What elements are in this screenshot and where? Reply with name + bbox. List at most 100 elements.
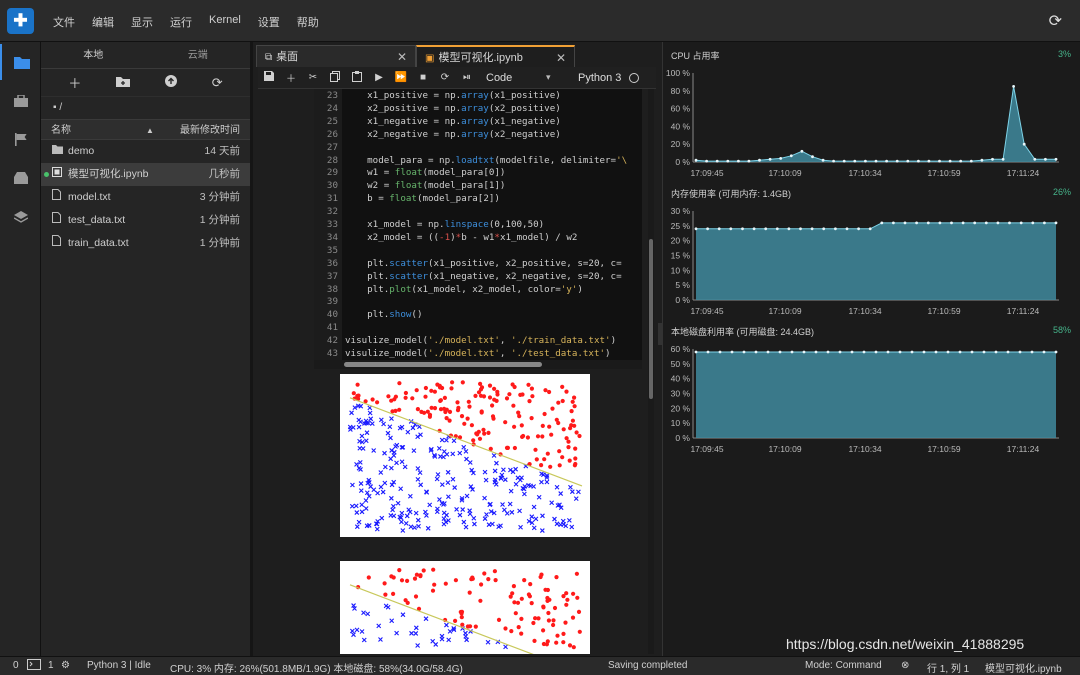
run-all-icon[interactable]: ⏩: [390, 72, 412, 83]
positive-point: [415, 407, 420, 412]
negative-mark: [457, 450, 463, 456]
breadcrumb-path[interactable]: /: [59, 102, 62, 113]
negative-mark: [367, 405, 373, 411]
file-source-tabs: 本地 云端: [41, 42, 250, 69]
column-modified[interactable]: 最新修改时间: [171, 120, 250, 139]
cell-type-select[interactable]: Code: [486, 72, 546, 84]
x-tick-label: 17:09:45: [690, 444, 723, 454]
disk-chart: 60 % 50 % 40 % 30 % 20 % 10 % 0 %17:09:45 17:10…: [671, 344, 1059, 454]
y-tick-label: 20 %: [671, 403, 691, 413]
negative-mark: [486, 522, 492, 528]
horizontal-scrollbar[interactable]: [314, 360, 642, 369]
cut-icon[interactable]: ✂: [302, 72, 324, 83]
scroll-thumb[interactable]: [649, 239, 653, 399]
menu-help[interactable]: 帮助: [297, 14, 319, 30]
refresh-icon[interactable]: ⟳: [1049, 11, 1062, 31]
line-number: 24: [326, 102, 338, 114]
layers-icon[interactable]: [0, 199, 41, 235]
kernel-status[interactable]: Python 3 | Idle: [87, 660, 151, 671]
negative-mark: [368, 416, 374, 422]
sort-caret-icon[interactable]: ▲: [146, 120, 171, 139]
negative-mark: [482, 469, 488, 475]
data-point: [789, 154, 793, 158]
negative-mark: [573, 496, 579, 502]
positive-point: [571, 645, 576, 650]
bug-icon[interactable]: ⊗: [901, 660, 909, 671]
scroll-thumb[interactable]: [344, 362, 542, 367]
chevron-down-icon[interactable]: ▾: [546, 72, 568, 83]
status-count-a[interactable]: 0: [13, 660, 19, 671]
restart-icon[interactable]: ⟳: [434, 72, 456, 83]
copy-icon[interactable]: [324, 70, 346, 85]
tab-cloud[interactable]: 云端: [146, 42, 251, 68]
vertical-scrollbar[interactable]: [648, 89, 654, 654]
breadcrumb[interactable]: ▪ /: [41, 97, 250, 119]
positive-point: [430, 588, 436, 593]
negative-mark: [490, 521, 495, 527]
positive-point: [397, 568, 402, 573]
save-icon[interactable]: [258, 71, 280, 84]
menu-run[interactable]: 运行: [170, 14, 192, 30]
cursor-position[interactable]: 行 1, 列 1: [927, 660, 969, 675]
negative-mark: [363, 438, 369, 444]
file-row-test-data[interactable]: test_data.txt 1 分钟前: [41, 209, 250, 232]
positive-point: [432, 582, 437, 587]
menu-file[interactable]: 文件: [53, 14, 75, 30]
run-icon[interactable]: ▶: [368, 72, 390, 83]
tab-label: 桌面: [276, 51, 299, 63]
refresh-files-icon[interactable]: ⟳: [212, 75, 223, 91]
data-point: [938, 221, 942, 225]
y-tick-label: 80 %: [671, 86, 691, 96]
close-icon[interactable]: ✕: [556, 47, 566, 69]
positive-point: [478, 393, 484, 398]
tab-local[interactable]: 本地: [41, 42, 146, 68]
add-cell-icon[interactable]: ＋: [280, 70, 302, 85]
stop-icon[interactable]: ■: [412, 72, 434, 83]
paste-icon[interactable]: [346, 70, 368, 85]
file-row-notebook[interactable]: 模型可视化.ipynb 几秒前: [41, 163, 250, 186]
menu-settings[interactable]: 设置: [258, 14, 280, 30]
negative-point: [416, 523, 421, 529]
notebook-toolbar: ＋ ✂ ▶ ⏩ ■ ⟳ ⏯ Code ▾ Python 3: [258, 67, 656, 89]
positive-point: [476, 429, 481, 434]
mode-indicator[interactable]: Mode: Command: [805, 660, 882, 671]
positive-point: [477, 436, 483, 441]
data-point: [857, 227, 860, 231]
positive-point: [575, 595, 580, 600]
positive-point: [399, 578, 405, 583]
new-file-icon[interactable]: ＋: [68, 73, 81, 92]
toolbox-icon[interactable]: [0, 83, 41, 119]
inbox-icon[interactable]: [0, 160, 41, 196]
negative-point: [389, 618, 395, 624]
restart-run-icon[interactable]: ⏯: [456, 72, 478, 83]
flag-icon[interactable]: [0, 121, 41, 157]
menu-edit[interactable]: 编辑: [92, 14, 114, 30]
menu-kernel[interactable]: Kernel: [209, 14, 241, 30]
data-point: [868, 227, 872, 231]
negative-point: [463, 448, 469, 454]
status-count-b[interactable]: 1: [48, 660, 54, 671]
code-cell[interactable]: 23 x1_positive = np.array(x1_positive) 24…: [314, 89, 642, 369]
kernel-name[interactable]: Python 3: [578, 72, 621, 84]
code-line: w2 = float(model_para[1]): [345, 180, 506, 192]
negative-point: [388, 465, 394, 471]
menu-view[interactable]: 显示: [131, 14, 153, 30]
tab-notebook[interactable]: ▣ 模型可视化.ipynb ✕: [416, 45, 575, 67]
file-row-demo[interactable]: demo 14 天前: [41, 140, 250, 163]
data-point: [729, 227, 733, 231]
upload-icon[interactable]: [164, 75, 177, 90]
new-folder-icon[interactable]: [116, 75, 131, 90]
folder-icon[interactable]: [0, 44, 41, 80]
negative-mark: [382, 450, 387, 456]
file-row-train-data[interactable]: train_data.txt 1 分钟前: [41, 232, 250, 255]
negative-point: [389, 416, 394, 422]
data-point: [958, 350, 962, 354]
tab-desktop[interactable]: ⧉ 桌面 ✕: [256, 45, 416, 67]
positive-point: [572, 404, 577, 409]
decision-boundary: [349, 397, 583, 487]
close-icon[interactable]: ✕: [397, 46, 407, 68]
negative-point: [351, 632, 356, 638]
file-row-model[interactable]: model.txt 3 分钟前: [41, 186, 250, 209]
positive-point: [449, 386, 454, 391]
column-name[interactable]: 名称: [41, 120, 146, 139]
